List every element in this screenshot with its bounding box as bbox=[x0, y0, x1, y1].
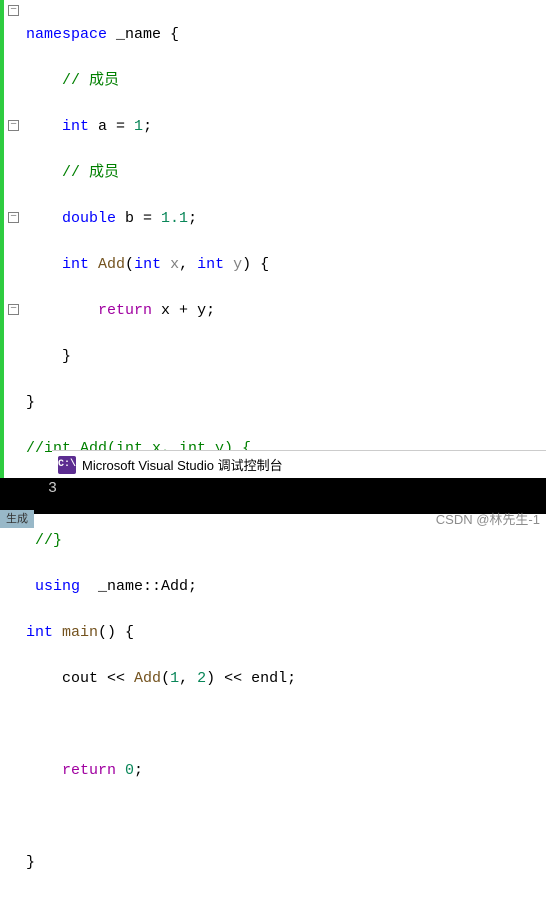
code-area[interactable]: namespace _name { // 成员 int a = 1; // 成员… bbox=[20, 0, 546, 528]
fold-toggle[interactable]: − bbox=[8, 304, 19, 315]
paren-close: ) { bbox=[242, 256, 269, 273]
fold-gutter: − − − − bbox=[0, 0, 20, 528]
number: 2 bbox=[197, 670, 206, 687]
decl: b = bbox=[116, 210, 161, 227]
using-id: _name::Add; bbox=[80, 578, 197, 595]
semicolon: ; bbox=[143, 118, 152, 135]
number: 1 bbox=[170, 670, 179, 687]
cout: cout bbox=[62, 670, 98, 687]
keyword-namespace: namespace bbox=[26, 26, 107, 43]
plus-op: + bbox=[179, 302, 188, 319]
comment: //} bbox=[35, 532, 62, 549]
terminal-text: 3 bbox=[48, 480, 57, 497]
fold-toggle[interactable]: − bbox=[8, 212, 19, 223]
paren-close: ) bbox=[206, 670, 215, 687]
build-status: 生成 bbox=[0, 510, 34, 528]
param-type: int bbox=[197, 256, 224, 273]
call-add: Add bbox=[134, 670, 161, 687]
code-editor: − − − − namespace _name { // 成员 int a = … bbox=[0, 0, 546, 528]
number: 1.1 bbox=[161, 210, 188, 227]
type-int: int bbox=[26, 624, 53, 641]
brace-close: } bbox=[62, 348, 71, 365]
console-titlebar[interactable]: C:\ Microsoft Visual Studio 调试控制台 bbox=[52, 450, 546, 478]
func-name: Add bbox=[89, 256, 125, 273]
comment: // 成员 bbox=[62, 72, 119, 89]
main-sig: () { bbox=[98, 624, 134, 641]
expr: y; bbox=[188, 302, 215, 319]
vs-console-icon: C:\ bbox=[58, 456, 76, 474]
paren-open: ( bbox=[125, 256, 134, 273]
stream-op: << bbox=[215, 670, 251, 687]
comment: // 成员 bbox=[62, 164, 119, 181]
fold-toggle[interactable]: − bbox=[8, 5, 19, 16]
watermark: CSDN @林先生-1 bbox=[436, 509, 540, 528]
keyword-using: using bbox=[35, 578, 80, 595]
decl: a = bbox=[89, 118, 134, 135]
brace-close: } bbox=[26, 854, 35, 871]
namespace-id: _name { bbox=[107, 26, 179, 43]
type-int: int bbox=[62, 256, 89, 273]
semicolon: ; bbox=[134, 762, 143, 779]
console-title: Microsoft Visual Studio 调试控制台 bbox=[82, 455, 283, 474]
type-int: int bbox=[62, 118, 89, 135]
param-name: x bbox=[161, 256, 179, 273]
comma: , bbox=[179, 670, 197, 687]
paren-open: ( bbox=[161, 670, 170, 687]
semicolon: ; bbox=[188, 210, 197, 227]
number: 0 bbox=[116, 762, 134, 779]
fold-toggle[interactable]: − bbox=[8, 120, 19, 131]
semicolon: ; bbox=[287, 670, 296, 687]
expr: x bbox=[152, 302, 179, 319]
keyword-return: return bbox=[98, 302, 152, 319]
param-type: int bbox=[134, 256, 161, 273]
brace-close: } bbox=[26, 394, 35, 411]
keyword-return: return bbox=[62, 762, 116, 779]
param-name: y bbox=[224, 256, 242, 273]
endl: endl bbox=[251, 670, 287, 687]
func-main: main bbox=[53, 624, 98, 641]
comma: , bbox=[179, 256, 197, 273]
number: 1 bbox=[134, 118, 143, 135]
type-double: double bbox=[62, 210, 116, 227]
stream-op: << bbox=[98, 670, 134, 687]
